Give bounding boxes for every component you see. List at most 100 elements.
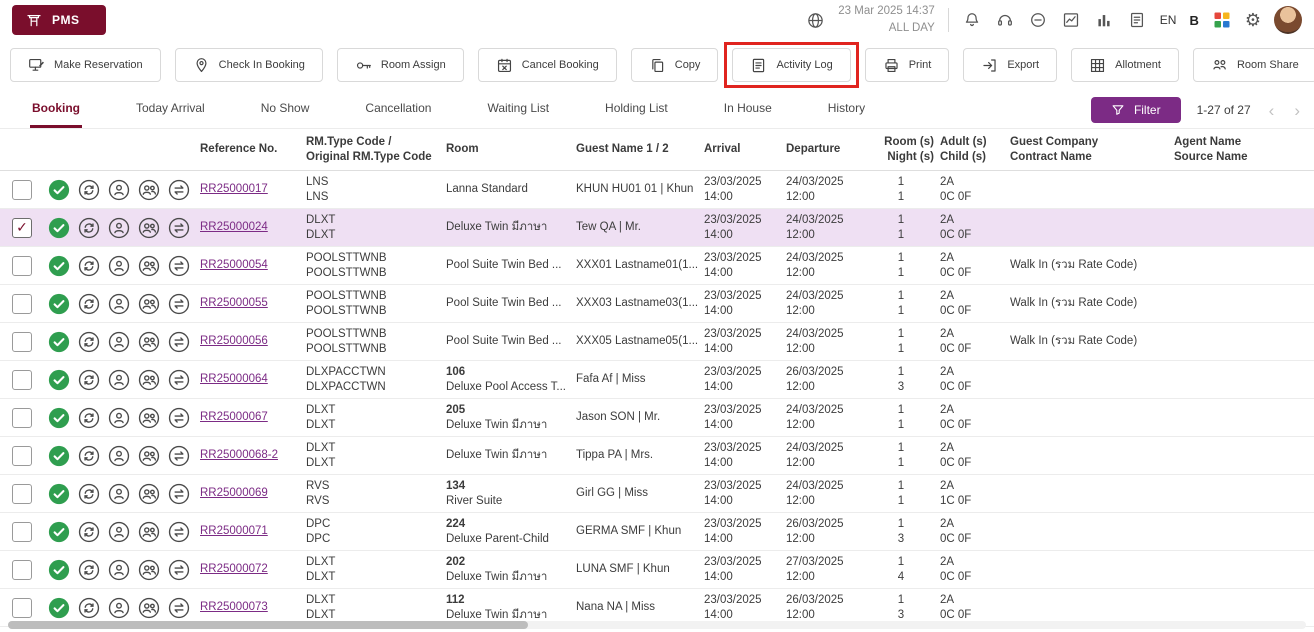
guest-icon[interactable] [108,559,130,581]
scrollbar-thumb[interactable] [8,621,528,629]
status-confirmed-icon[interactable] [48,293,70,315]
transfer-icon[interactable] [168,331,190,353]
transfer-icon[interactable] [168,179,190,201]
sync-icon[interactable] [78,559,100,581]
sync-icon[interactable] [78,445,100,467]
sync-icon[interactable] [78,331,100,353]
cancel-booking-button[interactable]: Cancel Booking [478,48,617,82]
guest-icon[interactable] [108,445,130,467]
status-confirmed-icon[interactable] [48,407,70,429]
sync-icon[interactable] [78,483,100,505]
tab-booking[interactable]: Booking [30,92,82,128]
row-checkbox[interactable] [12,370,32,390]
transfer-icon[interactable] [168,255,190,277]
report-icon[interactable] [1127,10,1147,30]
horizontal-scrollbar[interactable] [8,621,1306,629]
assist-icon[interactable] [995,10,1015,30]
group-icon[interactable] [138,179,160,201]
status-confirmed-icon[interactable] [48,483,70,505]
copy-button[interactable]: Copy [631,48,719,82]
sync-icon[interactable] [78,597,100,619]
row-checkbox[interactable] [12,256,32,276]
table-row[interactable]: RR25000072 DLXT DLXT 202 Deluxe Twin มีภ… [0,551,1314,589]
sync-icon[interactable] [78,293,100,315]
table-row[interactable]: RR25000017 LNS LNS Lanna Standard KHUN H… [0,171,1314,209]
reference-link[interactable]: RR25000073 [200,600,306,615]
guest-icon[interactable] [108,521,130,543]
sync-icon[interactable] [78,255,100,277]
reference-link[interactable]: RR25000069 [200,486,306,501]
pagination-prev-icon[interactable]: ‹ [1267,102,1277,119]
guest-icon[interactable] [108,255,130,277]
row-checkbox[interactable] [12,484,32,504]
transfer-icon[interactable] [168,597,190,619]
group-icon[interactable] [138,293,160,315]
table-row[interactable]: RR25000067 DLXT DLXT 205 Deluxe Twin มีภ… [0,399,1314,437]
status-confirmed-icon[interactable] [48,445,70,467]
print-button[interactable]: Print [865,48,950,82]
pms-logo[interactable]: PMS [12,5,106,35]
status-confirmed-icon[interactable] [48,331,70,353]
guest-icon[interactable] [108,483,130,505]
group-icon[interactable] [138,407,160,429]
table-row[interactable]: RR25000064 DLXPACCTWN DLXPACCTWN 106 Del… [0,361,1314,399]
currency-selector[interactable]: B [1189,13,1198,28]
gear-icon[interactable]: ⚙ [1245,11,1261,29]
check-in-booking-button[interactable]: Check In Booking [175,48,323,82]
sync-icon[interactable] [78,179,100,201]
table-row[interactable]: RR25000054 POOLSTTWNB POOLSTTWNB Pool Su… [0,247,1314,285]
room-share-button[interactable]: Room Share [1193,48,1314,82]
row-checkbox[interactable]: ✓ [12,218,32,238]
guest-icon[interactable] [108,293,130,315]
sync-icon[interactable] [78,407,100,429]
reference-link[interactable]: RR25000068-2 [200,448,306,463]
tab-waiting-list[interactable]: Waiting List [485,92,551,128]
status-confirmed-icon[interactable] [48,369,70,391]
language-selector[interactable]: EN [1160,13,1177,27]
status-confirmed-icon[interactable] [48,179,70,201]
transfer-icon[interactable] [168,521,190,543]
export-button[interactable]: Export [963,48,1057,82]
group-icon[interactable] [138,559,160,581]
bell-icon[interactable] [962,10,982,30]
status-confirmed-icon[interactable] [48,255,70,277]
reference-link[interactable]: RR25000056 [200,334,306,349]
transfer-icon[interactable] [168,559,190,581]
tab-cancellation[interactable]: Cancellation [363,92,433,128]
globe-icon[interactable] [805,10,825,30]
table-row[interactable]: RR25000071 DPC DPC 224 Deluxe Parent-Chi… [0,513,1314,551]
sync-icon[interactable] [78,521,100,543]
guest-icon[interactable] [108,407,130,429]
reference-link[interactable]: RR25000064 [200,372,306,387]
status-confirmed-icon[interactable] [48,559,70,581]
room-assign-button[interactable]: Room Assign [337,48,464,82]
group-icon[interactable] [138,445,160,467]
row-checkbox[interactable] [12,522,32,542]
transfer-icon[interactable] [168,483,190,505]
make-reservation-button[interactable]: Make Reservation [10,48,161,82]
status-circle-icon[interactable] [1028,10,1048,30]
row-checkbox[interactable] [12,294,32,314]
transfer-icon[interactable] [168,369,190,391]
group-icon[interactable] [138,597,160,619]
row-checkbox[interactable] [12,332,32,352]
tab-in-house[interactable]: In House [722,92,774,128]
group-icon[interactable] [138,331,160,353]
guest-icon[interactable] [108,369,130,391]
group-icon[interactable] [138,217,160,239]
group-icon[interactable] [138,255,160,277]
status-confirmed-icon[interactable] [48,217,70,239]
guest-icon[interactable] [108,179,130,201]
allotment-button[interactable]: Allotment [1071,48,1179,82]
reference-link[interactable]: RR25000054 [200,258,306,273]
transfer-icon[interactable] [168,445,190,467]
row-checkbox[interactable] [12,560,32,580]
reference-link[interactable]: RR25000055 [200,296,306,311]
reference-link[interactable]: RR25000067 [200,410,306,425]
row-checkbox[interactable] [12,408,32,428]
tab-no-show[interactable]: No Show [259,92,312,128]
reference-link[interactable]: RR25000072 [200,562,306,577]
apps-icon[interactable] [1212,10,1232,30]
row-checkbox[interactable] [12,598,32,618]
transfer-icon[interactable] [168,293,190,315]
